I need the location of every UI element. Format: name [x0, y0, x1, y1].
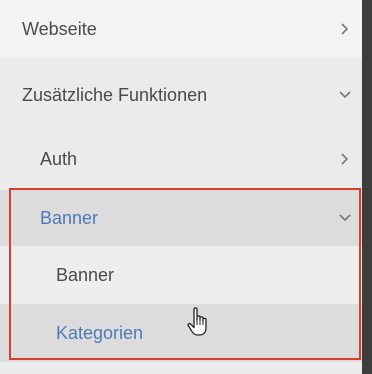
menu-item-label: Zusätzliche Funktionen: [22, 84, 208, 105]
menu-item-label: Auth: [40, 148, 78, 169]
menu-item-banner[interactable]: Banner: [0, 190, 362, 246]
menu-item-zusaetzliche-funktionen[interactable]: Zusätzliche Funktionen: [0, 58, 362, 132]
submenu-item-kategorien[interactable]: Kategorien: [0, 304, 362, 362]
menu-item-label: Webseite: [22, 18, 97, 39]
menu-item-label: Banner: [40, 207, 99, 228]
chevron-right-icon: [338, 22, 352, 36]
menu-item-auth[interactable]: Auth: [0, 132, 362, 186]
menu-item-webseite[interactable]: Webseite: [0, 0, 362, 58]
submenu-item-banner[interactable]: Banner: [0, 246, 362, 304]
chevron-right-icon: [338, 152, 352, 166]
menu-item-label: Kategorien: [56, 322, 144, 343]
chevron-down-icon: [338, 211, 352, 225]
menu-item-label: Banner: [56, 264, 115, 285]
chevron-down-icon: [338, 88, 352, 102]
sidebar-menu: Webseite Zusätzliche Funktionen Auth Ban…: [0, 0, 362, 374]
scrollbar[interactable]: [362, 0, 372, 374]
